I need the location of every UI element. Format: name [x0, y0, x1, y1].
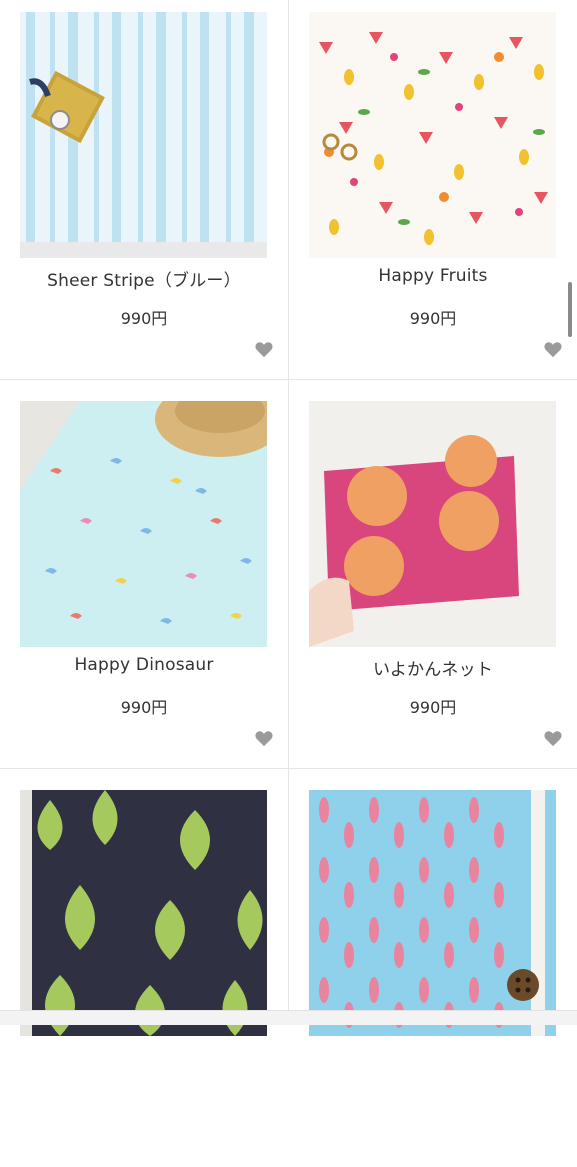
product-name[interactable]: いよかんネット	[289, 655, 577, 680]
heart-icon[interactable]	[254, 729, 274, 747]
product-card[interactable]: Happy Dinosaur 990円	[0, 389, 288, 778]
product-card[interactable]: Sheer Stripe（ブルー） 990円	[0, 0, 288, 389]
product-image[interactable]	[20, 790, 267, 1036]
product-price: 990円	[409, 309, 457, 328]
product-price: 990円	[409, 698, 457, 717]
bottom-bar	[0, 1010, 577, 1025]
product-card[interactable]: Happy Fruits 990円	[289, 0, 577, 389]
product-price: 990円	[120, 309, 168, 328]
product-name[interactable]: Happy Fruits	[289, 266, 577, 286]
heart-icon[interactable]	[254, 340, 274, 358]
product-image[interactable]	[20, 401, 267, 647]
product-price: 990円	[120, 698, 168, 717]
heart-icon[interactable]	[543, 340, 563, 358]
product-name[interactable]: Happy Dinosaur	[0, 655, 288, 675]
product-image[interactable]	[309, 401, 556, 647]
scrollbar-thumb[interactable]	[568, 282, 572, 337]
product-card[interactable]: いよかんネット 990円	[289, 389, 577, 778]
heart-icon[interactable]	[543, 729, 563, 747]
product-image[interactable]	[20, 12, 267, 258]
product-image[interactable]	[309, 12, 556, 258]
product-card[interactable]	[289, 778, 577, 1167]
product-name[interactable]: Sheer Stripe（ブルー）	[0, 266, 288, 291]
product-image[interactable]	[309, 790, 556, 1036]
product-card[interactable]	[0, 778, 288, 1167]
